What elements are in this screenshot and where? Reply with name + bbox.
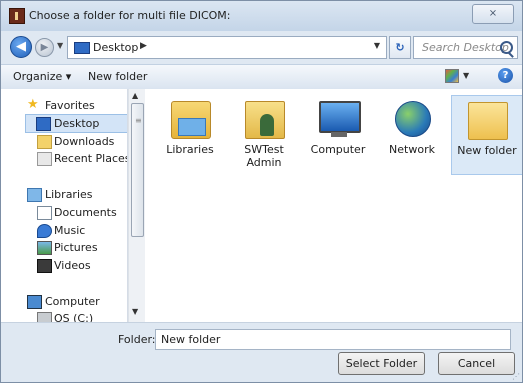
nav-music[interactable]: Music	[1, 222, 127, 239]
item-computer[interactable]: Computer	[303, 95, 373, 173]
documents-icon	[37, 206, 52, 220]
resize-grip-icon[interactable]: ⋰	[512, 372, 520, 381]
folder-label: Folder:	[118, 333, 156, 346]
cancel-button[interactable]: Cancel	[438, 352, 515, 375]
folder-name-value[interactable]: New folder	[161, 333, 220, 346]
title-bar: Choose a folder for multi file DICOM: ⨯	[1, 1, 522, 31]
pictures-icon	[37, 241, 52, 255]
views-dropdown-icon[interactable]: ▼	[463, 71, 469, 80]
network-icon	[395, 101, 431, 137]
scroll-up-icon[interactable]: ▲	[132, 91, 138, 100]
recent-places-icon	[37, 152, 52, 166]
search-input[interactable]: Search Desktop	[413, 36, 518, 59]
nav-desktop[interactable]: Desktop	[25, 114, 127, 133]
command-bar: Organize ▾ New folder ▼ ?	[1, 64, 522, 90]
nav-computer[interactable]: Computer	[1, 293, 127, 310]
nav-downloads[interactable]: Downloads	[1, 133, 127, 150]
item-new-folder[interactable]: New folder	[451, 95, 522, 175]
search-icon[interactable]	[500, 41, 513, 54]
star-icon: ★	[27, 97, 39, 112]
close-button[interactable]: ⨯	[472, 4, 514, 24]
scroll-thumb[interactable]: ≡	[131, 103, 144, 237]
app-icon	[9, 8, 25, 24]
nav-pictures[interactable]: Pictures	[1, 239, 127, 256]
refresh-icon[interactable]: ↻	[389, 36, 411, 59]
music-icon	[37, 224, 52, 238]
desktop-icon	[74, 42, 90, 54]
new-folder-button[interactable]: New folder	[88, 70, 147, 83]
nav-favorites[interactable]: ★ Favorites	[1, 97, 127, 114]
address-dropdown-icon[interactable]: ▼	[374, 41, 380, 50]
views-icon[interactable]	[445, 69, 459, 83]
computer-icon	[319, 101, 361, 137]
forward-arrow-icon[interactable]: ▶	[35, 38, 54, 57]
computer-icon	[27, 295, 42, 309]
address-location[interactable]: Desktop	[93, 41, 138, 54]
folder-icon	[468, 102, 508, 140]
libraries-icon	[27, 188, 42, 202]
nav-recent-places[interactable]: Recent Places	[1, 150, 127, 167]
item-swtest-admin[interactable]: SWTest Admin	[229, 95, 299, 173]
scroll-grip-icon: ≡	[135, 116, 142, 125]
nav-documents[interactable]: Documents	[1, 204, 127, 221]
navigation-pane: ★ Favorites Desktop Downloads Recent Pla…	[1, 89, 128, 322]
scroll-down-icon[interactable]: ▼	[132, 307, 138, 316]
folder-name-input[interactable]: New folder	[155, 329, 511, 350]
videos-icon	[37, 259, 52, 273]
user-folder-icon	[245, 101, 285, 139]
window-title: Choose a folder for multi file DICOM:	[29, 9, 231, 22]
select-folder-button[interactable]: Select Folder	[338, 352, 425, 375]
back-arrow-icon[interactable]: ◀	[10, 36, 32, 58]
folder-picker-dialog: Choose a folder for multi file DICOM: ⨯ …	[0, 0, 523, 383]
nav-os-drive[interactable]: OS (C:)	[1, 310, 127, 322]
desktop-icon	[36, 117, 51, 131]
downloads-folder-icon	[37, 135, 52, 149]
help-icon[interactable]: ?	[498, 68, 513, 83]
nav-videos[interactable]: Videos	[1, 257, 127, 274]
organize-menu[interactable]: Organize ▾	[13, 70, 71, 83]
nav-libraries[interactable]: Libraries	[1, 186, 127, 203]
address-bar[interactable]: Desktop ▶ ▼	[67, 36, 387, 59]
history-dropdown-icon[interactable]: ▼	[57, 41, 63, 50]
folder-contents: Libraries SWTest Admin Computer Network …	[145, 89, 522, 322]
dialog-footer: Folder: New folder Select Folder Cancel …	[1, 322, 522, 382]
breadcrumb-chevron-icon[interactable]: ▶	[140, 41, 147, 51]
nav-scrollbar[interactable]: ▲ ≡ ▼	[128, 89, 145, 322]
search-placeholder: Search Desktop	[422, 41, 509, 54]
libraries-folder-icon	[171, 101, 211, 139]
item-network[interactable]: Network	[377, 95, 447, 173]
drive-icon	[37, 312, 52, 322]
item-libraries[interactable]: Libraries	[155, 95, 225, 173]
